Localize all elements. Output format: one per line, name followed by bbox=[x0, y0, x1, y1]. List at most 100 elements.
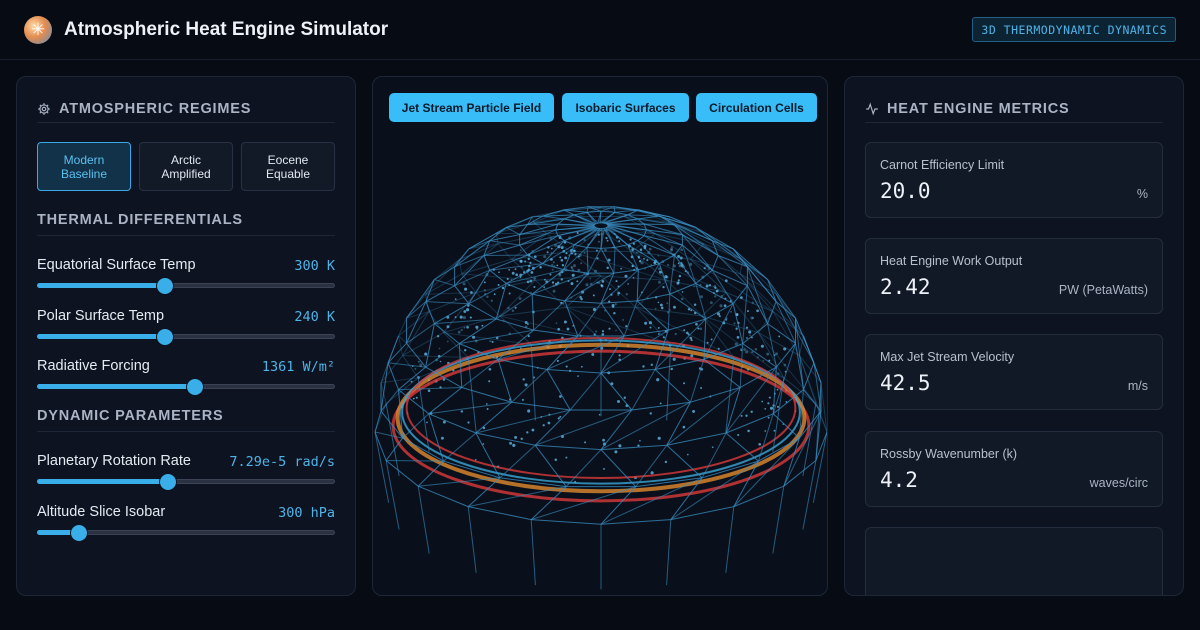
slider-equatorial-temp: Equatorial Surface Temp 300 K bbox=[37, 257, 335, 297]
wireframe-edge bbox=[654, 358, 705, 370]
slider-label: Equatorial Surface Temp bbox=[37, 257, 196, 273]
app-header: ✳ Atmospheric Heat Engine Simulator 3D T… bbox=[0, 0, 1200, 60]
jet-stream-view-button[interactable]: Jet Stream Particle Field bbox=[389, 93, 554, 122]
particle bbox=[745, 414, 748, 417]
particle bbox=[527, 257, 531, 261]
wireframe-edge bbox=[495, 283, 507, 320]
particle bbox=[482, 443, 485, 445]
particle bbox=[551, 268, 554, 271]
wireframe-edge bbox=[530, 486, 567, 520]
atmosphere-globe-3d-view[interactable] bbox=[373, 132, 828, 596]
wireframe-edge bbox=[398, 311, 430, 337]
particle bbox=[592, 294, 595, 297]
particle bbox=[565, 365, 568, 368]
wireframe-edge bbox=[586, 247, 602, 249]
metric-card-work-output: Heat Engine Work Output 2.42 PW (PetaWat… bbox=[865, 238, 1163, 314]
particle bbox=[518, 297, 522, 300]
wireframe-edge bbox=[600, 449, 637, 487]
circulation-cells-view-button[interactable]: Circulation Cells bbox=[696, 93, 817, 122]
regime-modern-baseline-button[interactable]: Modern Baseline bbox=[37, 142, 131, 191]
particle bbox=[521, 398, 524, 401]
particle bbox=[514, 435, 518, 439]
wireframe-edge bbox=[434, 303, 470, 325]
wireframe-edge bbox=[701, 315, 759, 334]
particle bbox=[462, 316, 466, 320]
wireframe-edge bbox=[527, 223, 558, 226]
wireframe-edge bbox=[783, 460, 817, 487]
wireframe-edge bbox=[564, 300, 579, 337]
wireframe-edge bbox=[475, 432, 536, 446]
particle bbox=[530, 271, 534, 274]
wireframe-edge bbox=[614, 247, 639, 271]
particle bbox=[466, 326, 469, 329]
particle bbox=[681, 291, 684, 293]
wireframe-edge bbox=[374, 431, 387, 461]
particle bbox=[666, 302, 669, 305]
metrics-panel: HEAT ENGINE METRICS Carnot Efficiency Li… bbox=[844, 76, 1184, 596]
regime-eocene-equable-button[interactable]: Eocene Equable bbox=[241, 142, 335, 191]
metric-label: Heat Engine Work Output bbox=[880, 254, 1023, 268]
wireframe-edge bbox=[564, 272, 615, 302]
particle bbox=[618, 354, 621, 357]
slider-thumb[interactable] bbox=[160, 474, 177, 490]
particle bbox=[601, 330, 605, 333]
particle bbox=[595, 330, 598, 333]
particle bbox=[584, 441, 587, 444]
particle bbox=[515, 273, 519, 277]
wireframe-edge bbox=[586, 210, 602, 213]
particle bbox=[693, 303, 697, 307]
particle bbox=[623, 396, 626, 399]
particle bbox=[769, 406, 774, 410]
regime-arctic-amplified-button[interactable]: Arctic Amplified bbox=[139, 142, 233, 191]
particle bbox=[695, 322, 698, 326]
slider-fill bbox=[37, 384, 195, 389]
particle bbox=[625, 293, 628, 296]
particle bbox=[581, 365, 583, 368]
particle bbox=[583, 251, 586, 254]
particle bbox=[426, 421, 428, 424]
particle bbox=[680, 248, 684, 252]
particle bbox=[570, 282, 574, 286]
metric-value: 4.2 bbox=[880, 468, 918, 492]
wireframe-edge bbox=[461, 387, 512, 403]
particle bbox=[526, 431, 529, 434]
activity-icon bbox=[865, 102, 879, 116]
wireframe-edge bbox=[425, 323, 435, 368]
particle bbox=[557, 417, 560, 420]
particle bbox=[489, 340, 492, 343]
particle bbox=[520, 437, 523, 440]
particle bbox=[527, 409, 531, 413]
particle bbox=[682, 425, 686, 429]
wireframe-edge bbox=[669, 255, 675, 295]
particle bbox=[762, 359, 765, 362]
slider-thumb[interactable] bbox=[157, 278, 174, 294]
metric-unit: % bbox=[1136, 187, 1148, 201]
particle bbox=[570, 266, 574, 270]
metric-unit: waves/circ bbox=[1089, 476, 1148, 490]
slider-thumb[interactable] bbox=[186, 379, 203, 395]
particle bbox=[488, 367, 492, 371]
particle bbox=[711, 446, 714, 449]
slider-thumb[interactable] bbox=[157, 329, 174, 345]
particle bbox=[673, 305, 676, 309]
wireframe-edge bbox=[534, 409, 571, 446]
particle bbox=[657, 326, 660, 329]
particle bbox=[637, 444, 640, 447]
metric-value: 42.5 bbox=[880, 371, 931, 395]
particle bbox=[508, 269, 511, 271]
particle bbox=[427, 389, 431, 392]
particle bbox=[464, 287, 468, 291]
isobaric-surfaces-view-button[interactable]: Isobaric Surfaces bbox=[562, 93, 689, 122]
slider-label: Altitude Slice Isobar bbox=[37, 504, 166, 520]
particle bbox=[614, 450, 618, 454]
wireframe-edge bbox=[425, 292, 476, 295]
particle bbox=[605, 237, 608, 240]
particle bbox=[562, 270, 565, 273]
slider-value: 240 K bbox=[294, 309, 335, 325]
particle bbox=[667, 264, 670, 267]
slider-thumb[interactable] bbox=[70, 525, 87, 541]
dynamic-section-header: DYNAMIC PARAMETERS bbox=[37, 401, 335, 432]
particle bbox=[766, 352, 770, 356]
wireframe-edge bbox=[532, 293, 565, 302]
particle bbox=[764, 408, 767, 410]
